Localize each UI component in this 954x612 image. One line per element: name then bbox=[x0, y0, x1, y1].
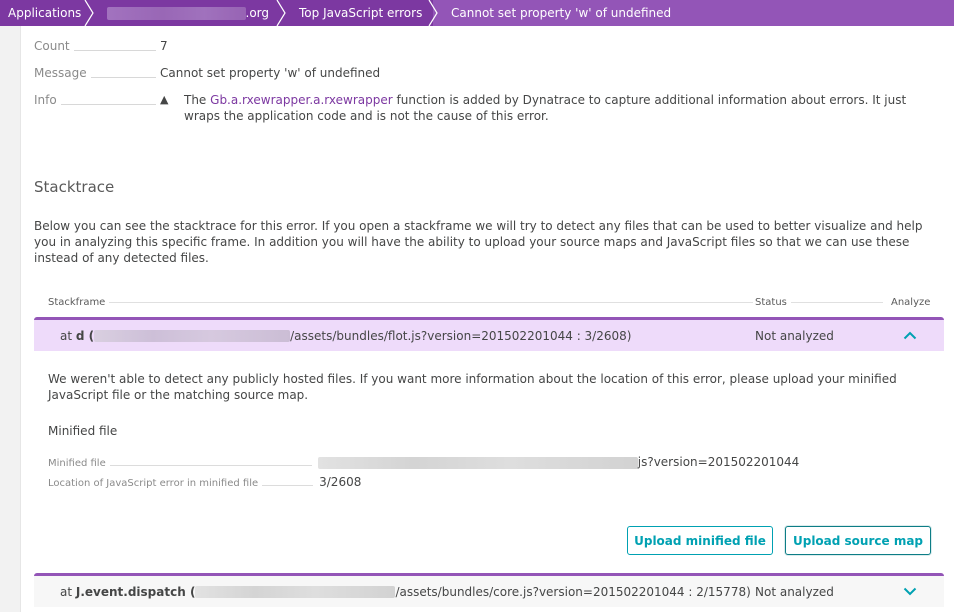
stackframe-function: J.event.dispatch bbox=[75, 584, 186, 599]
breadcrumb-top-javascript-errors[interactable]: Top JavaScript errors bbox=[281, 0, 438, 26]
upload-minified-file-button[interactable]: Upload minified file bbox=[627, 526, 773, 555]
breadcrumb-application-name[interactable]: .org bbox=[89, 0, 286, 26]
stackframe-row-collapsed[interactable]: at J.event.dispatch (/assets/bundles/cor… bbox=[34, 573, 944, 607]
leader-line bbox=[109, 301, 753, 303]
leader-line bbox=[73, 50, 156, 51]
breadcrumb-separator-icon bbox=[428, 0, 438, 26]
redacted-host bbox=[195, 586, 396, 598]
redacted-application-name bbox=[107, 6, 246, 20]
minified-file-row: Minified file js?version=201502201044 bbox=[48, 455, 848, 469]
expand-button[interactable] bbox=[895, 587, 925, 596]
property-label: Info bbox=[34, 93, 57, 107]
stackframe-status: Not analyzed bbox=[755, 584, 834, 599]
chevron-up-icon bbox=[903, 331, 917, 340]
breadcrumb-current-error: Cannot set property 'w' of undefined bbox=[433, 0, 954, 26]
breadcrumb: Applications .org Top JavaScript errors … bbox=[0, 0, 954, 26]
minified-file-value: js?version=201502201044 bbox=[637, 455, 800, 469]
stacktrace-table-header: Stackframe Status Analyze bbox=[48, 294, 932, 310]
stacktrace-title: Stacktrace bbox=[34, 178, 115, 196]
wrapper-function-link[interactable]: Gb.a.rxewrapper.a.rxewrapper bbox=[210, 93, 393, 107]
breadcrumb-label: .org bbox=[245, 6, 270, 20]
stackframe-path: /assets/bundles/core.js?version=20150220… bbox=[395, 584, 751, 599]
property-message: Message Cannot set property 'w' of undef… bbox=[34, 65, 944, 92]
error-location-label: Location of JavaScript error in minified… bbox=[48, 478, 259, 489]
property-value: 7 bbox=[160, 39, 168, 53]
stackframe-text: at d (/assets/bundles/flot.js?version=20… bbox=[60, 328, 632, 343]
stackframe-path: /assets/bundles/flot.js?version=20150220… bbox=[290, 328, 632, 343]
column-header-analyze: Analyze bbox=[891, 296, 931, 308]
collapse-button[interactable] bbox=[895, 331, 925, 340]
leader-line bbox=[90, 77, 156, 78]
breadcrumb-separator-icon bbox=[276, 0, 286, 26]
redacted-host bbox=[94, 330, 291, 342]
breadcrumb-label: Cannot set property 'w' of undefined bbox=[451, 6, 672, 20]
error-properties: Count 7 Message Cannot set property 'w' … bbox=[34, 38, 944, 124]
minified-file-subtitle: Minified file bbox=[48, 424, 118, 438]
column-header-stackframe: Stackframe bbox=[48, 296, 106, 308]
leader-line bbox=[790, 301, 883, 303]
minified-file-label: Minified file bbox=[48, 458, 106, 469]
stackframe-row-expanded[interactable]: at d (/assets/bundles/flot.js?version=20… bbox=[34, 317, 944, 351]
leader-line bbox=[109, 465, 312, 466]
property-label: Message bbox=[34, 66, 87, 80]
left-gutter bbox=[0, 26, 21, 612]
breadcrumb-separator-icon bbox=[84, 0, 94, 26]
breadcrumb-label: Applications bbox=[8, 6, 82, 20]
column-header-status: Status bbox=[755, 296, 787, 308]
detection-message: We weren't able to detect any publicly h… bbox=[48, 372, 897, 402]
error-location-value: 3/2608 bbox=[319, 475, 362, 489]
info-text: The Gb.a.rxewrapper.a.rxewrapper functio… bbox=[184, 93, 907, 123]
upload-source-map-button[interactable]: Upload source map bbox=[785, 526, 931, 555]
property-label: Count bbox=[34, 39, 70, 53]
property-info: Info ▲ The Gb.a.rxewrapper.a.rxewrapper … bbox=[34, 92, 944, 124]
warning-icon: ▲ bbox=[160, 93, 169, 106]
breadcrumb-label: Top JavaScript errors bbox=[299, 6, 423, 20]
error-location-row: Location of JavaScript error in minified… bbox=[48, 475, 848, 489]
stackframe-status: Not analyzed bbox=[755, 328, 834, 343]
leader-line bbox=[262, 485, 314, 486]
property-value: Cannot set property 'w' of undefined bbox=[160, 66, 381, 80]
leader-line bbox=[60, 104, 156, 105]
stacktrace-description: Below you can see the stacktrace for thi… bbox=[34, 219, 923, 265]
stackframe-text: at J.event.dispatch (/assets/bundles/cor… bbox=[60, 584, 751, 599]
property-count: Count 7 bbox=[34, 38, 944, 65]
redacted-file-url bbox=[317, 456, 638, 469]
chevron-down-icon bbox=[903, 587, 917, 596]
breadcrumb-applications[interactable]: Applications bbox=[0, 0, 94, 26]
